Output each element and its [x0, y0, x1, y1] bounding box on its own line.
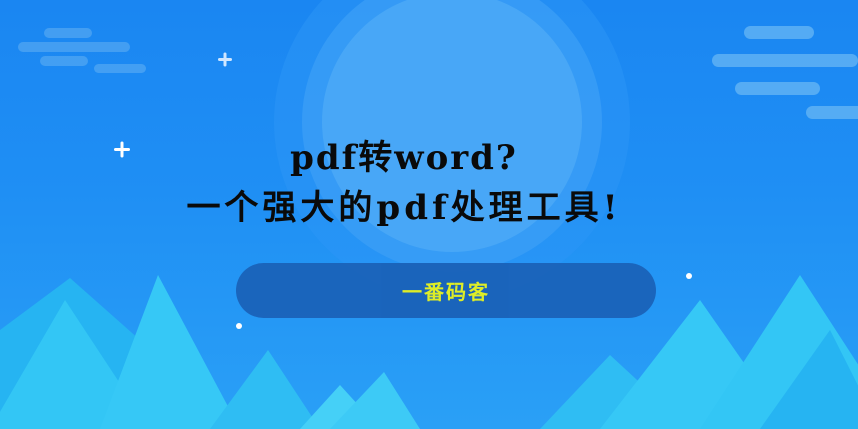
brand-label: 一番码客 — [402, 280, 490, 304]
title-line-2: 一个强大的pdf处理工具! — [186, 188, 622, 228]
brand-pill: 一番码客 — [236, 263, 656, 318]
title-line-1: pdf转word? — [290, 138, 518, 178]
cloud-left — [18, 28, 146, 73]
sparkle-dot-1 — [686, 273, 692, 279]
banner: pdf转word? 一个强大的pdf处理工具! 一番码客 — [0, 0, 858, 429]
cloud-right — [712, 26, 858, 119]
sparkle-dot-2 — [236, 323, 242, 329]
sparkle-plus-1 — [218, 52, 232, 67]
